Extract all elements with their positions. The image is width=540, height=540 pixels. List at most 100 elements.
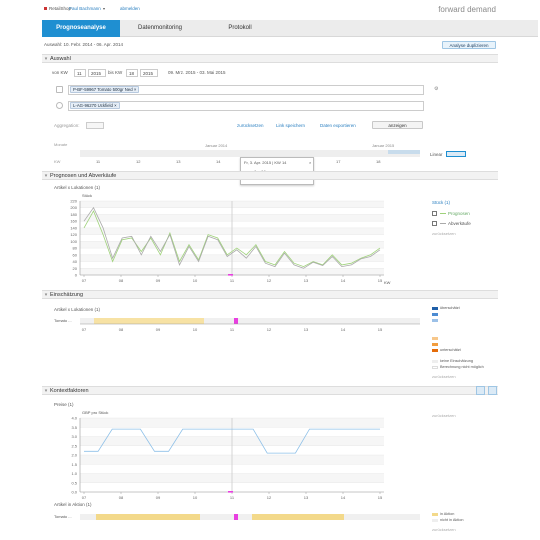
under-swatch-light (432, 337, 438, 340)
over-swatch-dark (432, 307, 438, 310)
current-day-marker (228, 274, 233, 276)
prognosen-checkbox[interactable] (432, 211, 437, 216)
reset-link[interactable]: zurücksetzen (237, 123, 264, 128)
chevron-down-icon[interactable]: ▾ (42, 387, 50, 395)
chevron-down-icon[interactable]: ▾ (42, 291, 50, 299)
x-tick-label: 09 (156, 327, 161, 332)
show-button[interactable]: anzeigen (372, 121, 423, 129)
chevron-down-icon[interactable]: ▾ (42, 172, 50, 180)
y-tick-label: 3.5 (71, 425, 77, 430)
x-tick-label: 12 (267, 327, 272, 332)
x-tick-label: 15 (378, 327, 383, 332)
brand-label: RetailShop (49, 6, 72, 11)
kontext-add-icon[interactable] (476, 386, 485, 395)
x-tick-label: 07 (82, 278, 87, 283)
save-link[interactable]: Link speichern (276, 123, 305, 128)
from-kw-input[interactable]: 11 (74, 69, 86, 77)
scale-toggle[interactable] (446, 151, 466, 157)
settings-icon[interactable]: ⚙ (434, 86, 438, 92)
y-tick-label: 40 (73, 259, 78, 264)
y-tick-label: 0 (75, 273, 78, 278)
legend-reset[interactable]: zurücksetzen (432, 231, 456, 236)
section-title: Einschätzung (50, 292, 84, 298)
location-input[interactable] (68, 101, 424, 111)
section-einschaetzung[interactable]: ▾ Einschätzung (42, 290, 498, 299)
x-tick-label: 08 (119, 278, 124, 283)
y-tick-label: 0.0 (71, 490, 77, 495)
x-tick-label: 12 (267, 495, 272, 500)
section-auswahl[interactable]: ▾ Auswahl (42, 54, 498, 63)
y-tick-label: 100 (70, 239, 77, 244)
logo: forward demand (438, 5, 496, 14)
aktion-row-label: Tomato ... (54, 514, 72, 519)
aktion-reset[interactable]: zurücksetzen (432, 527, 456, 532)
timeline-kw-tick: 11 (96, 159, 101, 164)
y-tick-label: 160 (70, 219, 77, 224)
tab-datenmonitoring[interactable]: Datenmonitoring (120, 20, 200, 37)
prognosen-chart: 22020018016014012010080604020007 08 09 10 11… (70, 199, 384, 283)
section-prognosen[interactable]: ▾ Prognosen und Abverkäufe (42, 171, 498, 180)
x-tick-label: 08 (119, 327, 124, 332)
aktion-range-2 (252, 514, 344, 520)
kw-axis-label: KW (384, 280, 391, 285)
aggregation-toggle[interactable] (86, 122, 104, 129)
x-tick-label: 10 (193, 495, 198, 500)
y-tick-label: 0.5 (71, 480, 77, 485)
tab-protokoll[interactable]: Protokoll (200, 20, 280, 37)
legend-over: überschätzt (440, 306, 460, 310)
close-icon[interactable]: × (309, 160, 311, 165)
tooltip-range: Fr, 3. Apr. 2015 | KW 14 (244, 160, 287, 165)
legend-not-in-aktion: nicht in Aktion (440, 518, 464, 522)
timeline-selected-range[interactable] (388, 150, 420, 154)
none-swatch (432, 360, 438, 363)
x-tick-label: 11 (230, 278, 235, 283)
prognosen-swatch (440, 213, 446, 214)
main-tabs: Prognoseanalyse Datenmonitoring Protokol… (42, 20, 538, 37)
y-tick-label: 2.5 (71, 443, 77, 448)
legend-none: keine Einschätzung (440, 359, 473, 363)
x-tick-label: 13 (304, 278, 309, 283)
preise-chart: 4.0 3.5 3.0 2.5 2.0 1.5 1.0 0.5 0.0 07 08 09 10 11 12 1… (71, 416, 384, 500)
kontext-settings-icon[interactable] (488, 386, 497, 395)
y-tick-label: 4.0 (71, 416, 77, 421)
selection-summary: Auswahl: 10. Febr. 2014 - 06. Apr. 2014 (44, 42, 124, 47)
x-tick-label: 11 (230, 327, 235, 332)
location-chip[interactable]: L-AG-96270 Uckfield × (70, 102, 120, 109)
timeline-kw-tick: 12 (136, 159, 141, 164)
logout-link[interactable]: abmelden (120, 6, 140, 11)
timeline-track[interactable] (80, 150, 420, 157)
x-tick-label: 10 (193, 278, 198, 283)
timeline-kw-label: KW (54, 159, 61, 164)
home-icon[interactable] (44, 7, 47, 10)
y-tick-label: 20 (73, 266, 78, 271)
einschaetzung-reset[interactable]: zurücksetzen (432, 374, 456, 379)
zoom-label: Linear (430, 152, 443, 157)
timeline-kw-tick: 13 (176, 159, 181, 164)
x-tick-label: 13 (304, 495, 309, 500)
article-chip[interactable]: P-BF-59967 Tomato 500gr Ned × (70, 86, 140, 93)
section-title: Prognosen und Abverkäufe (50, 173, 117, 179)
aktion-label: Artikel in Aktion (1) (54, 502, 92, 507)
einschaetzung-axis: 07 08 09 10 11 12 13 14 15 (80, 323, 420, 332)
x-tick-label: 14 (341, 278, 346, 283)
abverkaeufe-checkbox[interactable] (432, 221, 437, 226)
timeline-kw-tick: 17 (336, 159, 341, 164)
x-tick-label: 10 (193, 327, 198, 332)
to-kw-input[interactable]: 18 (126, 69, 138, 77)
current-day-marker (228, 491, 233, 493)
user-menu[interactable]: Paul Bachmann (69, 6, 101, 11)
over-swatch-mid (432, 313, 438, 316)
tab-prognoseanalyse[interactable]: Prognoseanalyse (42, 20, 120, 37)
to-year-select[interactable]: 2015 (140, 69, 158, 77)
x-tick-label: 14 (341, 327, 346, 332)
section-kontext[interactable]: ▾ Kontextfaktoren (42, 386, 498, 395)
from-year-select[interactable]: 2015 (88, 69, 106, 77)
export-link[interactable]: Daten exportieren (320, 123, 356, 128)
to-kw-label: bis KW (108, 70, 123, 75)
prognosen-subtitle: Artikel x Lokationen (1) (54, 185, 101, 190)
chevron-down-icon[interactable]: ▾ (103, 6, 105, 11)
x-tick-label: 08 (119, 495, 124, 500)
duplicate-analysis-button[interactable]: Analyse duplizieren (442, 41, 496, 49)
y-tick-label: 120 (70, 232, 77, 237)
chevron-down-icon[interactable]: ▾ (42, 55, 50, 63)
